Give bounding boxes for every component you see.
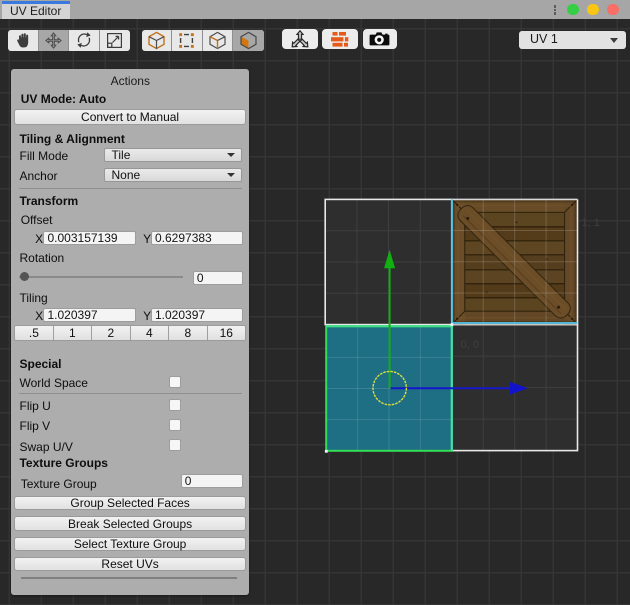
svg-text:0, 0: 0, 0 [461, 339, 479, 351]
svg-text:1, 1: 1, 1 [582, 217, 600, 229]
